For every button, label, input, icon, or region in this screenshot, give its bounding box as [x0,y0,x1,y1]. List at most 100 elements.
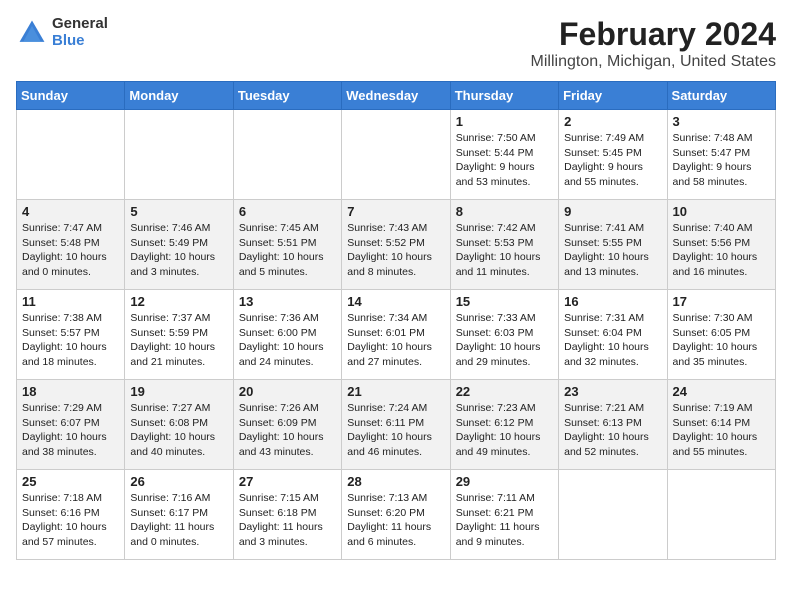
day-number: 29 [456,474,553,489]
weekday-header: Saturday [667,82,775,110]
day-content: Sunrise: 7:42 AM Sunset: 5:53 PM Dayligh… [456,221,553,280]
day-number: 10 [673,204,770,219]
calendar-cell: 3 Sunrise: 7:48 AM Sunset: 5:47 PM Daylig… [667,110,775,200]
day-content: Sunrise: 7:50 AM Sunset: 5:44 PM Dayligh… [456,131,553,190]
calendar-week-row: 1 Sunrise: 7:50 AM Sunset: 5:44 PM Daylig… [17,110,776,200]
day-content: Sunrise: 7:49 AM Sunset: 5:45 PM Dayligh… [564,131,661,190]
day-content: Sunrise: 7:36 AM Sunset: 6:00 PM Dayligh… [239,311,336,370]
calendar-cell: 24Sunrise: 7:19 AM Sunset: 6:14 PM Dayli… [667,380,775,470]
weekday-header: Sunday [17,82,125,110]
weekday-header: Monday [125,82,233,110]
calendar-cell: 2 Sunrise: 7:49 AM Sunset: 5:45 PM Daylig… [559,110,667,200]
calendar-cell: 26 Sunrise: 7:16 AM Sunset: 6:17 PM Dayli… [125,470,233,560]
day-number: 13 [239,294,336,309]
calendar-cell: 16 Sunrise: 7:31 AM Sunset: 6:04 PM Dayli… [559,290,667,380]
calendar-cell: 19 Sunrise: 7:27 AM Sunset: 6:08 PM Dayli… [125,380,233,470]
day-content: Sunrise: 7:29 AM Sunset: 6:07 PM Dayligh… [22,401,119,460]
calendar-cell [342,110,450,200]
calendar-cell: 4 Sunrise: 7:47 AM Sunset: 5:48 PM Daylig… [17,200,125,290]
day-number: 12 [130,294,227,309]
calendar-cell: 29 Sunrise: 7:11 AM Sunset: 6:21 PM Dayli… [450,470,558,560]
day-content: Sunrise: 7:46 AM Sunset: 5:49 PM Dayligh… [130,221,227,280]
day-number: 19 [130,384,227,399]
calendar-cell: 14 Sunrise: 7:34 AM Sunset: 6:01 PM Dayli… [342,290,450,380]
day-number: 20 [239,384,336,399]
calendar-week-row: 25 Sunrise: 7:18 AM Sunset: 6:16 PM Dayli… [17,470,776,560]
day-number: 1 [456,114,553,129]
day-number: 3 [673,114,770,129]
day-number: 22 [456,384,553,399]
day-number: 14 [347,294,444,309]
calendar-cell: 12 Sunrise: 7:37 AM Sunset: 5:59 PM Dayli… [125,290,233,380]
calendar-cell [667,470,775,560]
day-content: Sunrise: 7:21 AM Sunset: 6:13 PM Dayligh… [564,401,661,460]
calendar-cell: 20 Sunrise: 7:26 AM Sunset: 6:09 PM Dayli… [233,380,341,470]
day-content: Sunrise: 7:47 AM Sunset: 5:48 PM Dayligh… [22,221,119,280]
calendar-cell: 27Sunrise: 7:15 AM Sunset: 6:18 PM Dayli… [233,470,341,560]
day-number: 7 [347,204,444,219]
day-content: Sunrise: 7:30 AM Sunset: 6:05 PM Dayligh… [673,311,770,370]
day-content: Sunrise: 7:24 AM Sunset: 6:11 PM Dayligh… [347,401,444,460]
weekday-header: Tuesday [233,82,341,110]
day-number: 23 [564,384,661,399]
day-number: 15 [456,294,553,309]
day-number: 2 [564,114,661,129]
calendar-cell: 11Sunrise: 7:38 AM Sunset: 5:57 PM Dayli… [17,290,125,380]
calendar-cell [125,110,233,200]
day-content: Sunrise: 7:38 AM Sunset: 5:57 PM Dayligh… [22,311,119,370]
day-number: 28 [347,474,444,489]
calendar-cell: 15 Sunrise: 7:33 AM Sunset: 6:03 PM Dayli… [450,290,558,380]
calendar-title: February 2024 [531,16,776,53]
day-number: 5 [130,204,227,219]
day-number: 8 [456,204,553,219]
weekday-header: Thursday [450,82,558,110]
calendar-cell: 18Sunrise: 7:29 AM Sunset: 6:07 PM Dayli… [17,380,125,470]
day-content: Sunrise: 7:23 AM Sunset: 6:12 PM Dayligh… [456,401,553,460]
logo-blue: Blue [52,33,108,50]
calendar-cell: 1 Sunrise: 7:50 AM Sunset: 5:44 PM Daylig… [450,110,558,200]
day-content: Sunrise: 7:27 AM Sunset: 6:08 PM Dayligh… [130,401,227,460]
weekday-header: Wednesday [342,82,450,110]
calendar-cell: 28 Sunrise: 7:13 AM Sunset: 6:20 PM Dayli… [342,470,450,560]
day-number: 25 [22,474,119,489]
calendar-cell [233,110,341,200]
page-header: General Blue February 2024 Millington, M… [16,16,776,71]
logo: General Blue [16,16,108,49]
day-content: Sunrise: 7:26 AM Sunset: 6:09 PM Dayligh… [239,401,336,460]
day-number: 26 [130,474,227,489]
calendar-cell: 7 Sunrise: 7:43 AM Sunset: 5:52 PM Daylig… [342,200,450,290]
day-number: 4 [22,204,119,219]
day-content: Sunrise: 7:40 AM Sunset: 5:56 PM Dayligh… [673,221,770,280]
calendar-week-row: 4 Sunrise: 7:47 AM Sunset: 5:48 PM Daylig… [17,200,776,290]
calendar-cell: 23 Sunrise: 7:21 AM Sunset: 6:13 PM Dayli… [559,380,667,470]
day-content: Sunrise: 7:33 AM Sunset: 6:03 PM Dayligh… [456,311,553,370]
calendar-cell: 13 Sunrise: 7:36 AM Sunset: 6:00 PM Dayli… [233,290,341,380]
calendar-cell [17,110,125,200]
day-content: Sunrise: 7:31 AM Sunset: 6:04 PM Dayligh… [564,311,661,370]
header-row: SundayMondayTuesdayWednesdayThursdayFrid… [17,82,776,110]
day-content: Sunrise: 7:11 AM Sunset: 6:21 PM Dayligh… [456,491,553,550]
calendar-cell: 10 Sunrise: 7:40 AM Sunset: 5:56 PM Dayli… [667,200,775,290]
day-content: Sunrise: 7:48 AM Sunset: 5:47 PM Dayligh… [673,131,770,190]
day-content: Sunrise: 7:37 AM Sunset: 5:59 PM Dayligh… [130,311,227,370]
calendar-cell: 17Sunrise: 7:30 AM Sunset: 6:05 PM Dayli… [667,290,775,380]
calendar-subtitle: Millington, Michigan, United States [531,53,776,71]
day-content: Sunrise: 7:13 AM Sunset: 6:20 PM Dayligh… [347,491,444,550]
logo-icon [16,17,48,49]
day-content: Sunrise: 7:43 AM Sunset: 5:52 PM Dayligh… [347,221,444,280]
day-content: Sunrise: 7:16 AM Sunset: 6:17 PM Dayligh… [130,491,227,550]
calendar-cell: 5 Sunrise: 7:46 AM Sunset: 5:49 PM Daylig… [125,200,233,290]
weekday-header: Friday [559,82,667,110]
day-number: 9 [564,204,661,219]
calendar-cell: 22 Sunrise: 7:23 AM Sunset: 6:12 PM Dayli… [450,380,558,470]
day-content: Sunrise: 7:34 AM Sunset: 6:01 PM Dayligh… [347,311,444,370]
day-content: Sunrise: 7:18 AM Sunset: 6:16 PM Dayligh… [22,491,119,550]
title-block: February 2024 Millington, Michigan, Unit… [531,16,776,71]
day-number: 6 [239,204,336,219]
calendar-week-row: 18Sunrise: 7:29 AM Sunset: 6:07 PM Dayli… [17,380,776,470]
calendar-cell: 25 Sunrise: 7:18 AM Sunset: 6:16 PM Dayli… [17,470,125,560]
day-content: Sunrise: 7:15 AM Sunset: 6:18 PM Dayligh… [239,491,336,550]
calendar-cell [559,470,667,560]
day-number: 16 [564,294,661,309]
calendar-week-row: 11Sunrise: 7:38 AM Sunset: 5:57 PM Dayli… [17,290,776,380]
